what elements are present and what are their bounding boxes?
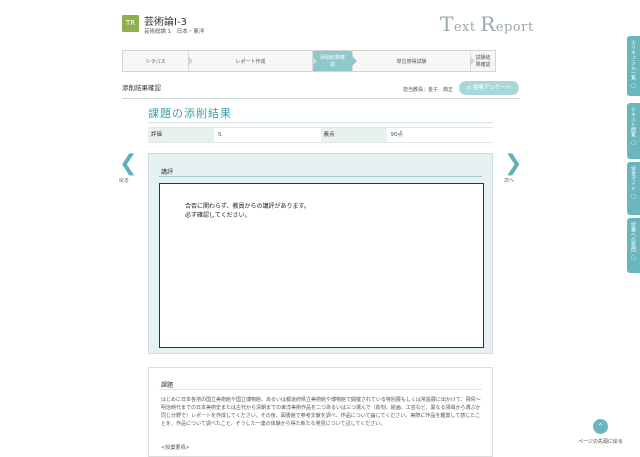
divider (122, 98, 520, 99)
side-tab-question[interactable]: 授業への質問 ▢ (627, 218, 640, 273)
breadcrumb: 添削結果確認 (122, 84, 161, 92)
comment-line-1: 合否に関わらず、教員からの講評があります。 (185, 203, 310, 210)
task-section: 課題 はじめに日本各地の国立美術館や国立博物館、あるいは都道府県立美術館や博物館… (148, 367, 493, 457)
chevron-up-icon: ⌃ (597, 422, 604, 431)
side-tab-curriculum[interactable]: カリキュラム一覧 ▢ (627, 36, 640, 96)
survey-button[interactable]: ◎ 授業アンケート (459, 81, 519, 95)
task-label: 課題 (161, 382, 174, 389)
comment-panel: 講評 合否に関わらず、教員からの講評があります。 必ず確認してください。 (148, 153, 493, 354)
step-credit-exam[interactable]: 単位修得試験 (353, 51, 475, 71)
chevron-right-icon: ❯ (504, 151, 523, 176)
step-correction-result[interactable]: 添削結果確認 (313, 51, 357, 71)
side-tab-text[interactable]: テキスト閲覧 ▢ (627, 103, 640, 159)
step-syllabus[interactable]: シラバス (123, 51, 193, 71)
brand-logo: Text Report (440, 12, 534, 36)
page-title: 課題の添削結果 (148, 107, 232, 120)
scroll-top-button[interactable]: ⌃ (593, 419, 608, 434)
points-value: 90点 (390, 132, 404, 138)
next-button[interactable]: ❯ 次へ (504, 151, 523, 185)
step-navigation: シラバス レポート作成 添削結果確認 単位修得試験 試験結果確認 (122, 50, 496, 72)
page-header: TR 芸術論I-3 芸術総論 1 日本・東洋 Text Report (0, 0, 640, 44)
task-divider (159, 389, 482, 390)
step-report-create[interactable]: レポート作成 (189, 51, 317, 71)
title-underline (148, 122, 493, 123)
teacher-name: 担当教員：金子 典正 (403, 87, 454, 93)
window-icon: ▢ (630, 140, 637, 146)
score-table: 評価 S 素点 90点 (148, 127, 493, 143)
window-icon: ▢ (630, 255, 637, 261)
back-button[interactable]: ❮ 戻る (119, 151, 138, 185)
window-icon: ▢ (630, 194, 637, 200)
scroll-top-label[interactable]: ページの先頭に戻る (578, 438, 623, 445)
side-tab-guide[interactable]: 学習ガイド ▢ (627, 162, 640, 215)
comment-box: 合否に関わらず、教員からの講評があります。 必ず確認してください。 (159, 183, 484, 348)
task-body: はじめに日本各地の国立美術館や国立博物館、あるいは都道府県立美術館や博物館で開催… (161, 397, 481, 427)
points-label: 素点 (320, 128, 387, 142)
comment-label: 講評 (161, 169, 174, 176)
course-logo: TR (122, 15, 139, 32)
comment-divider (159, 176, 482, 177)
rating-label: 評価 (148, 128, 215, 142)
task-syllabus-link[interactable]: <授業要項> (161, 444, 189, 451)
chevron-left-icon: ❮ (119, 151, 138, 176)
rating-value: S (218, 132, 222, 138)
comment-line-2: 必ず確認してください。 (185, 212, 251, 219)
course-subtitle: 芸術総論 1 日本・東洋 (144, 29, 205, 35)
window-icon: ▢ (630, 83, 637, 89)
course-title: 芸術論I-3 (144, 17, 187, 28)
